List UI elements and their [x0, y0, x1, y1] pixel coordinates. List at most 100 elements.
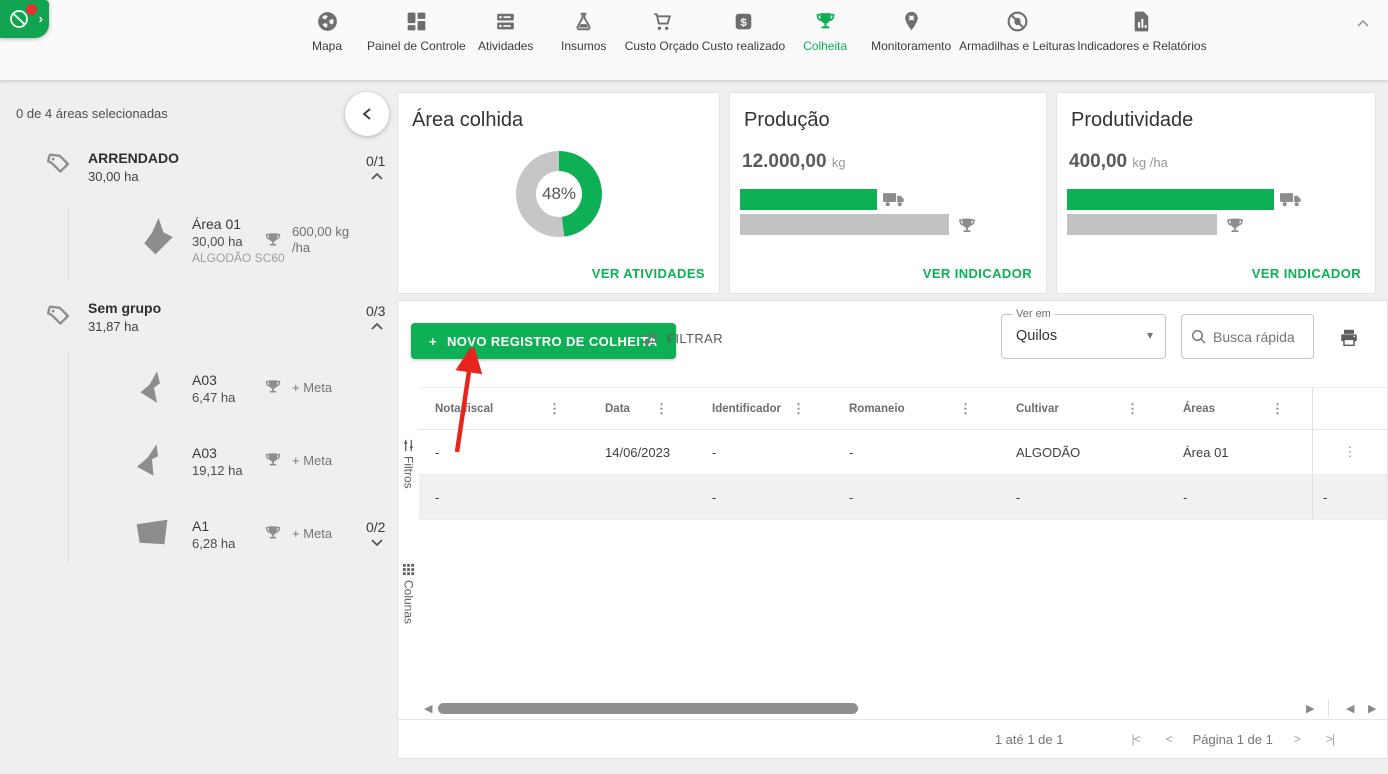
add-goal-button[interactable]: + Meta — [292, 380, 332, 395]
column-header-nota-fiscal[interactable]: Nota fiscal ⋮ — [419, 388, 589, 429]
side-tab-filtros[interactable]: Filtros — [398, 439, 419, 489]
add-goal-button[interactable]: + Meta — [292, 526, 332, 541]
cart-icon — [649, 9, 674, 34]
nav-item-insumos[interactable]: Insumos — [545, 9, 623, 53]
group-count: 0/3 — [366, 303, 385, 319]
pinned-scroll-left-arrow[interactable]: ◀ — [1346, 704, 1354, 715]
pinned-scroll-right-arrow[interactable]: ▶ — [1368, 704, 1376, 715]
area-shape-icon — [132, 516, 172, 548]
next-page-button[interactable]: > — [1294, 732, 1300, 746]
column-menu-icon[interactable]: ⋮ — [548, 401, 561, 417]
navbar-collapse-button[interactable] — [1352, 12, 1374, 34]
side-tab-label: Filtros — [402, 456, 416, 489]
harvest-records-panel: + NOVO REGISTRO DE COLHEITA FILTRAR Ver … — [397, 300, 1388, 759]
group-collapse-chevron[interactable] — [370, 322, 384, 331]
goal-trophy-icon — [263, 230, 283, 250]
side-tab-colunas[interactable]: Colunas — [398, 563, 419, 624]
report-icon — [1129, 9, 1154, 34]
nav-item-custo-realizado[interactable]: $ Custo realizado — [701, 9, 786, 53]
new-harvest-record-label: NOVO REGISTRO DE COLHEITA — [447, 334, 658, 349]
area-shape-icon — [138, 216, 176, 258]
area-item-a03-2[interactable]: A03 19,12 ha — [192, 445, 243, 478]
new-harvest-record-button[interactable]: + NOVO REGISTRO DE COLHEITA — [411, 323, 676, 359]
last-page-button[interactable]: >| — [1326, 732, 1334, 746]
column-label: Nota fiscal — [435, 403, 493, 415]
scrollbar-thumb[interactable] — [438, 703, 858, 714]
produtividade-bar-goal — [1067, 214, 1217, 235]
column-menu-icon[interactable]: ⋮ — [1126, 401, 1139, 417]
nav-item-indicadores-e-relatorios[interactable]: Indicadores e Relatórios — [1076, 9, 1207, 53]
column-header-cultivar[interactable]: Cultivar ⋮ — [1000, 388, 1167, 429]
cell-romaneio: - — [833, 430, 1000, 474]
table-row[interactable]: - - - - - - — [419, 475, 1387, 520]
harvested-donut: 48% — [516, 151, 602, 237]
notification-dot — [26, 4, 37, 15]
cell-nota-fiscal: - — [419, 430, 589, 474]
sidebar-collapse-button[interactable] — [345, 92, 389, 136]
ver-indicador-link[interactable]: VER INDICADOR — [923, 266, 1032, 281]
cell-data: 14/06/2023 — [589, 430, 696, 474]
filter-icon — [641, 332, 659, 346]
tag-icon — [44, 150, 72, 178]
column-menu-icon[interactable]: ⋮ — [1271, 401, 1284, 417]
activities-icon — [493, 9, 518, 34]
truck-icon — [883, 191, 905, 208]
column-menu-icon[interactable]: ⋮ — [655, 401, 668, 417]
nav-item-painel-de-controle[interactable]: Painel de Controle — [366, 9, 467, 53]
globe-icon — [315, 9, 340, 34]
nav-item-colheita[interactable]: Colheita — [786, 9, 864, 53]
column-label: Cultivar — [1016, 403, 1059, 415]
print-icon[interactable] — [1338, 327, 1360, 349]
area-item-name: A03 — [192, 372, 235, 388]
side-tab-label: Colunas — [402, 580, 416, 624]
goal-trophy-icon — [1224, 215, 1246, 232]
chevron-right-icon: › — [39, 11, 43, 26]
pin-icon — [899, 9, 924, 34]
scroll-right-arrow[interactable]: ▶ — [1306, 704, 1314, 715]
group-row-arrendado[interactable]: ARRENDADO 30,00 ha — [88, 150, 179, 184]
nav-item-armadilhas-e-leituras[interactable]: Armadilhas e Leituras — [958, 9, 1076, 53]
nav-item-monitoramento[interactable]: Monitoramento — [864, 9, 958, 53]
view-in-select[interactable]: Ver em Quilos ▾ — [1001, 314, 1166, 359]
produtividade-bar-actual — [1067, 189, 1274, 210]
ver-atividades-link[interactable]: VER ATIVIDADES — [592, 266, 705, 281]
chevron-left-icon — [362, 107, 372, 121]
svg-text:$: $ — [740, 17, 747, 29]
column-header-data[interactable]: Data⋮ — [589, 388, 696, 429]
filter-button[interactable]: FILTRAR — [641, 331, 723, 346]
harvest-table: Nota fiscal ⋮ Data⋮ Identificador⋮ Romane… — [419, 387, 1387, 520]
column-header-areas[interactable]: Áreas⋮ — [1167, 388, 1312, 429]
first-page-button[interactable]: |< — [1131, 732, 1139, 746]
scroll-left-arrow[interactable]: ◀ — [424, 704, 432, 715]
quick-access-tab[interactable]: › — [0, 0, 49, 38]
nav-item-custo-orcado[interactable]: Custo Orçado — [623, 9, 701, 53]
column-header-romaneio[interactable]: Romaneio⋮ — [833, 388, 1000, 429]
cell-identificador: - — [696, 430, 833, 474]
table-row[interactable]: - 14/06/2023 - - ALGODÃO Área 01 ⋮ — [419, 430, 1387, 475]
area-item-a03-1[interactable]: A03 6,47 ha — [192, 372, 235, 405]
column-header-actions — [1312, 388, 1387, 429]
area-item-name: A03 — [192, 445, 243, 461]
subarea-expand-chevron[interactable] — [370, 538, 384, 547]
nav-item-label: Monitoramento — [871, 39, 951, 53]
harvested-percent-label: 48% — [536, 171, 582, 217]
nav-item-atividades[interactable]: Atividades — [467, 9, 545, 53]
nav-items: Mapa Painel de Controle Atividades Insum… — [288, 9, 1208, 53]
card-producao: Produção 12.000,00 kg VER INDICADOR — [729, 92, 1047, 294]
area-item-hectares: 6,28 ha — [192, 536, 235, 551]
column-menu-icon[interactable]: ⋮ — [959, 401, 972, 417]
productivity-unit: kg /ha — [1132, 155, 1167, 170]
previous-page-button[interactable]: < — [1166, 732, 1172, 746]
add-goal-button[interactable]: + Meta — [292, 453, 332, 468]
group-collapse-chevron[interactable] — [370, 172, 384, 181]
nav-item-mapa[interactable]: Mapa — [288, 9, 366, 53]
area-item-a1[interactable]: A1 6,28 ha — [192, 518, 235, 551]
nav-item-label: Insumos — [561, 39, 606, 53]
group-row-sem-grupo[interactable]: Sem grupo 31,87 ha — [88, 300, 161, 334]
column-menu-icon[interactable]: ⋮ — [792, 401, 805, 417]
column-header-identificador[interactable]: Identificador⋮ — [696, 388, 833, 429]
production-value: 12.000,00 — [742, 151, 827, 172]
ver-indicador-link[interactable]: VER INDICADOR — [1252, 266, 1361, 281]
search-input[interactable] — [1213, 329, 1305, 345]
row-actions-menu[interactable]: ⋮ — [1312, 430, 1387, 474]
